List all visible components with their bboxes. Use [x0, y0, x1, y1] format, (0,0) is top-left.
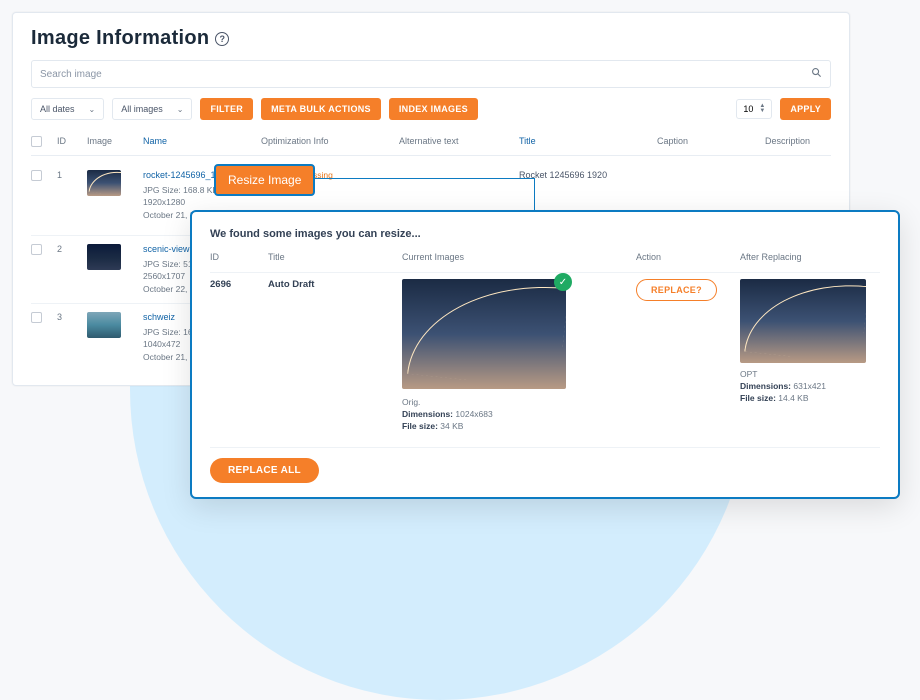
- current-thumbnail: [402, 279, 566, 389]
- col-title[interactable]: Title: [519, 136, 649, 146]
- col-image: Image: [87, 136, 135, 146]
- per-page-stepper[interactable]: 10 ▲▼: [736, 99, 772, 119]
- apply-button[interactable]: APPLY: [780, 98, 831, 120]
- col-name[interactable]: Name: [143, 136, 253, 146]
- row-checkbox[interactable]: [31, 244, 42, 255]
- chevron-down-icon: ⌄: [177, 105, 184, 114]
- select-all-checkbox[interactable]: [31, 136, 42, 147]
- search-input[interactable]: Search image: [31, 60, 831, 88]
- modal-footer: REPLACE ALL: [210, 447, 880, 483]
- modal-header: ID Title Current Images Action After Rep…: [210, 252, 880, 262]
- index-images-button[interactable]: INDEX IMAGES: [389, 98, 478, 120]
- mrow-id: 2696: [210, 279, 254, 290]
- images-value: All images: [121, 104, 163, 114]
- orig-meta: Orig. Dimensions: 1024x683 File size: 34…: [402, 397, 622, 433]
- modal-row: 2696 Auto Draft ✓ Orig. Dimensions: 1024…: [210, 272, 880, 433]
- row-id: 3: [57, 312, 79, 322]
- dates-value: All dates: [40, 104, 75, 114]
- help-icon[interactable]: ?: [215, 32, 229, 46]
- modal-heading: We found some images you can resize...: [210, 228, 880, 240]
- row-checkbox[interactable]: [31, 170, 42, 181]
- col-opt: Optimization Info: [261, 136, 391, 146]
- meta-bulk-button[interactable]: META BULK ACTIONS: [261, 98, 381, 120]
- col-id: ID: [57, 136, 79, 146]
- thumbnail[interactable]: [87, 312, 121, 338]
- replace-all-button[interactable]: REPLACE ALL: [210, 458, 319, 483]
- mcol-id: ID: [210, 252, 254, 262]
- thumbnail[interactable]: [87, 170, 121, 196]
- row-checkbox[interactable]: [31, 312, 42, 323]
- action-cell: REPLACE?: [636, 279, 726, 301]
- row-title: Rocket 1245696 1920: [519, 170, 649, 180]
- resize-modal: We found some images you can resize... I…: [190, 210, 900, 499]
- after-thumbnail: [740, 279, 866, 363]
- col-caption: Caption: [657, 136, 757, 146]
- page-title: Image Information ?: [31, 27, 831, 50]
- mcol-after: After Replacing: [740, 252, 880, 262]
- check-icon: ✓: [554, 273, 572, 291]
- filter-button[interactable]: FILTER: [200, 98, 253, 120]
- mcol-action: Action: [636, 252, 726, 262]
- thumbnail[interactable]: [87, 244, 121, 270]
- opt-meta: OPT Dimensions: 631x421 File size: 14.4 …: [740, 369, 880, 405]
- row-id: 1: [57, 170, 79, 180]
- search-icon: [811, 67, 822, 81]
- mcol-title: Title: [268, 252, 388, 262]
- search-placeholder: Search image: [40, 69, 102, 80]
- connector-line: [294, 178, 534, 179]
- replace-button[interactable]: REPLACE?: [636, 279, 717, 301]
- current-image-cell: ✓ Orig. Dimensions: 1024x683 File size: …: [402, 279, 622, 433]
- chevron-down-icon: ⌄: [89, 105, 96, 114]
- table-header: ID Image Name Optimization Info Alternat…: [31, 130, 831, 156]
- stepper-arrows-icon: ▲▼: [759, 104, 765, 114]
- resize-image-callout[interactable]: Resize Image: [214, 164, 315, 196]
- file-dims: 1920x1280: [143, 196, 253, 208]
- after-image-cell: OPT Dimensions: 631x421 File size: 14.4 …: [740, 279, 880, 405]
- page-title-text: Image Information: [31, 27, 209, 50]
- connector-line: [534, 178, 535, 212]
- per-page-value: 10: [743, 104, 753, 114]
- mrow-title: Auto Draft: [268, 279, 388, 290]
- row-id: 2: [57, 244, 79, 254]
- filter-row: All dates ⌄ All images ⌄ FILTER META BUL…: [31, 98, 831, 120]
- mcol-current: Current Images: [402, 252, 622, 262]
- dates-select[interactable]: All dates ⌄: [31, 98, 104, 120]
- col-desc: Description: [765, 136, 831, 146]
- images-select[interactable]: All images ⌄: [112, 98, 192, 120]
- col-alt: Alternative text: [399, 136, 511, 146]
